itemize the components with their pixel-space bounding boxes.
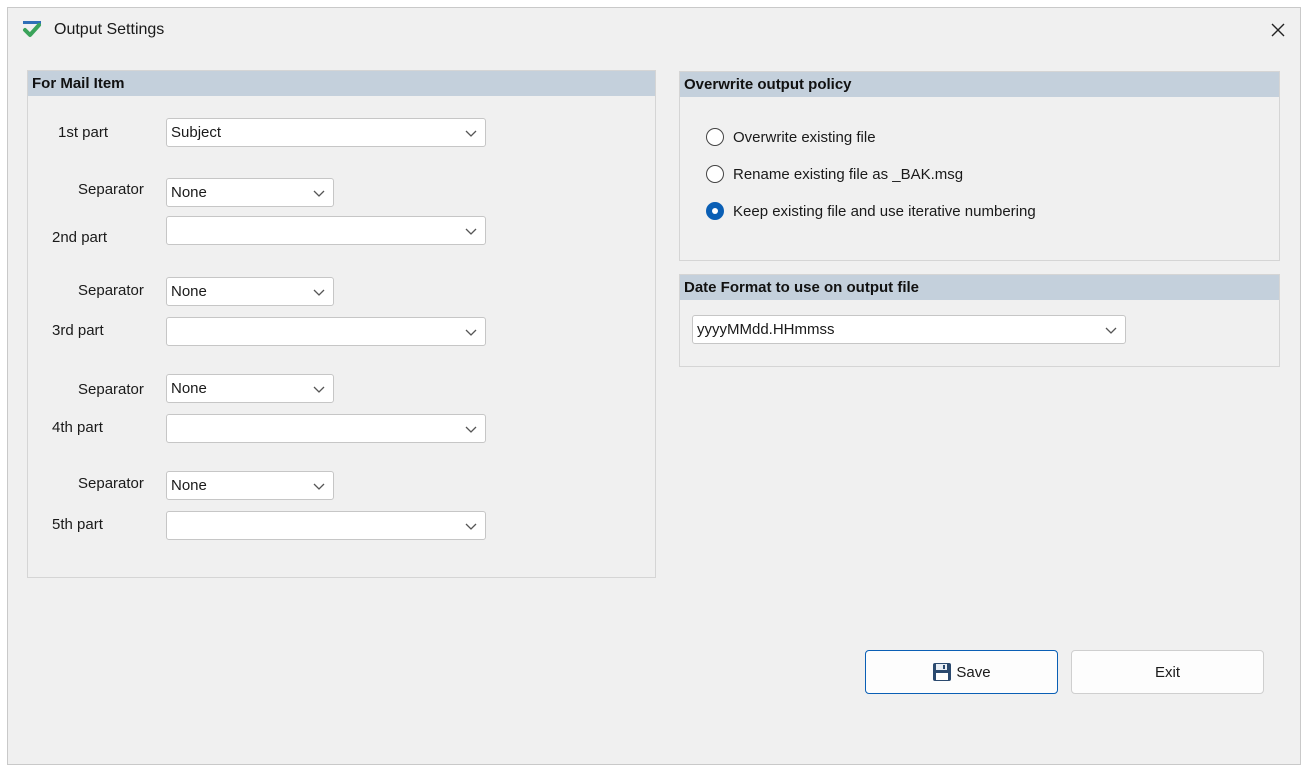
separator-2-label: Separator xyxy=(78,282,144,299)
part-1-select[interactable]: Subject xyxy=(166,118,486,147)
part-5-label: 5th part xyxy=(52,516,103,533)
separator-1-label: Separator xyxy=(78,181,144,198)
save-label: Save xyxy=(956,663,991,681)
separator-3-value: None xyxy=(171,380,207,397)
chevron-down-icon xyxy=(313,190,325,197)
separator-1-value: None xyxy=(171,184,207,201)
radio-rename-existing[interactable]: Rename existing file as _BAK.msg xyxy=(706,165,963,183)
date-format-panel: Date Format to use on output file yyyyMM… xyxy=(679,274,1280,367)
floppy-disk-icon xyxy=(933,663,952,681)
separator-2-value: None xyxy=(171,283,207,300)
mail-item-panel: For Mail Item 1st part Subject Separator… xyxy=(27,70,656,578)
radio-rename-label: Rename existing file as _BAK.msg xyxy=(733,165,964,183)
separator-4-select[interactable]: None xyxy=(166,471,334,500)
part-2-label: 2nd part xyxy=(52,229,108,246)
radio-keep-iterative[interactable]: Keep existing file and use iterative num… xyxy=(706,202,1036,220)
part-2-select[interactable] xyxy=(166,216,486,245)
exit-label: Exit xyxy=(1154,663,1180,681)
separator-1-select[interactable]: None xyxy=(166,178,334,207)
chevron-down-icon xyxy=(465,523,477,530)
date-format-header: Date Format to use on output file xyxy=(680,275,1279,300)
chevron-down-icon xyxy=(313,386,325,393)
overwrite-policy-header: Overwrite output policy xyxy=(680,72,1279,97)
date-format-select[interactable]: yyyyMMdd.HHmmss xyxy=(692,315,1126,344)
part-3-label: 3rd part xyxy=(52,322,104,339)
radio-keep-label: Keep existing file and use iterative num… xyxy=(733,202,1036,220)
output-settings-window: Output Settings For Mail Item 1st part S… xyxy=(7,7,1301,765)
separator-3-select[interactable]: None xyxy=(166,374,334,403)
exit-button[interactable]: Exit xyxy=(1071,650,1264,694)
close-button[interactable] xyxy=(1262,14,1294,46)
part-1-label: 1st part xyxy=(58,124,109,141)
separator-4-value: None xyxy=(171,477,207,494)
part-3-select[interactable] xyxy=(166,317,486,346)
radio-button[interactable] xyxy=(706,165,724,183)
radio-button[interactable] xyxy=(706,128,724,146)
window-title: Output Settings xyxy=(54,21,165,38)
radio-overwrite-label: Overwrite existing file xyxy=(733,128,876,146)
chevron-down-icon xyxy=(313,483,325,490)
part-4-select[interactable] xyxy=(166,414,486,443)
part-4-label: 4th part xyxy=(52,419,103,436)
radio-button-checked[interactable] xyxy=(706,202,724,220)
date-format-value: yyyyMMdd.HHmmss xyxy=(697,321,835,338)
radio-overwrite-existing[interactable]: Overwrite existing file xyxy=(706,128,876,146)
mail-item-header: For Mail Item xyxy=(28,71,655,96)
chevron-down-icon xyxy=(313,289,325,296)
chevron-down-icon xyxy=(1105,327,1117,334)
overwrite-policy-panel: Overwrite output policy Overwrite existi… xyxy=(679,71,1280,261)
chevron-down-icon xyxy=(465,426,477,433)
separator-3-label: Separator xyxy=(78,381,144,398)
chevron-down-icon xyxy=(465,228,477,235)
save-button[interactable]: Save xyxy=(865,650,1058,694)
part-1-value: Subject xyxy=(171,124,222,141)
part-5-select[interactable] xyxy=(166,511,486,540)
separator-2-select[interactable]: None xyxy=(166,277,334,306)
checkmark-app-icon xyxy=(23,21,41,37)
chevron-down-icon xyxy=(465,329,477,336)
chevron-down-icon xyxy=(465,130,477,137)
separator-4-label: Separator xyxy=(78,475,144,492)
close-icon xyxy=(1271,23,1285,37)
title-bar: Output Settings xyxy=(8,8,1300,52)
